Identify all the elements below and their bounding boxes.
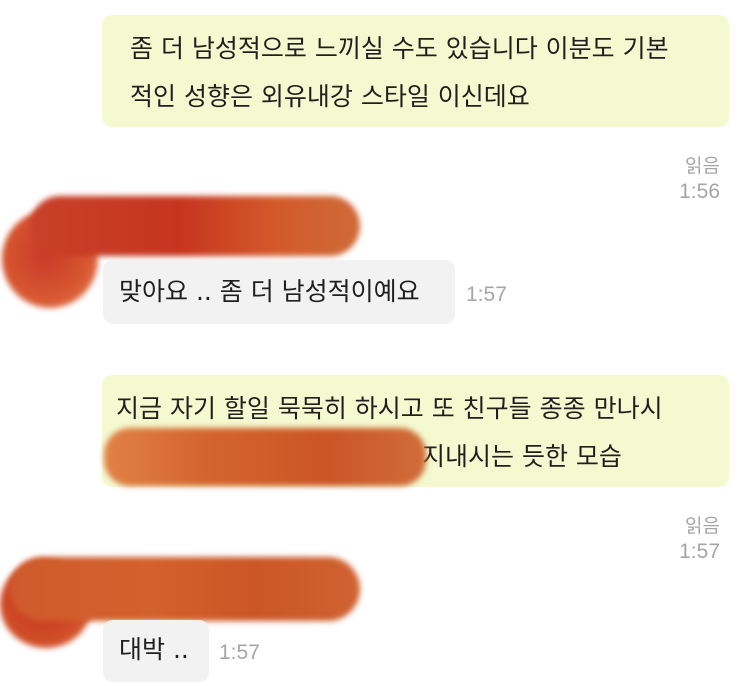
outgoing-message-bubble[interactable]: 좀 더 남성적으로 느끼실 수도 있습니다 이분도 기본 적인 성향은 외유내강… (102, 15, 729, 127)
message-text-line: 대박 .. (119, 635, 189, 664)
redacted-sender-name (10, 557, 360, 621)
message-meta: 읽음 1:57 (679, 515, 720, 565)
redacted-message-text (104, 428, 426, 486)
message-timestamp: 1:57 (679, 540, 720, 563)
message-text-line: 적인 성향은 외유내강 스타일 이신데요 (130, 82, 530, 111)
message-timestamp: 1:57 (466, 283, 507, 306)
message-timestamp: 1:57 (219, 641, 260, 664)
message-timestamp: 1:56 (679, 180, 720, 203)
incoming-message-bubble[interactable]: 대박 .. (103, 620, 209, 682)
incoming-message-bubble[interactable]: 맞아요 .. 좀 더 남성적이예요 (103, 260, 455, 324)
read-receipt: 읽음 (685, 516, 720, 537)
redacted-sender-name (30, 196, 360, 256)
message-text-line: 맞아요 .. 좀 더 남성적이예요 (119, 277, 420, 306)
message-meta: 읽음 1:56 (679, 155, 720, 205)
read-receipt: 읽음 (685, 156, 720, 177)
